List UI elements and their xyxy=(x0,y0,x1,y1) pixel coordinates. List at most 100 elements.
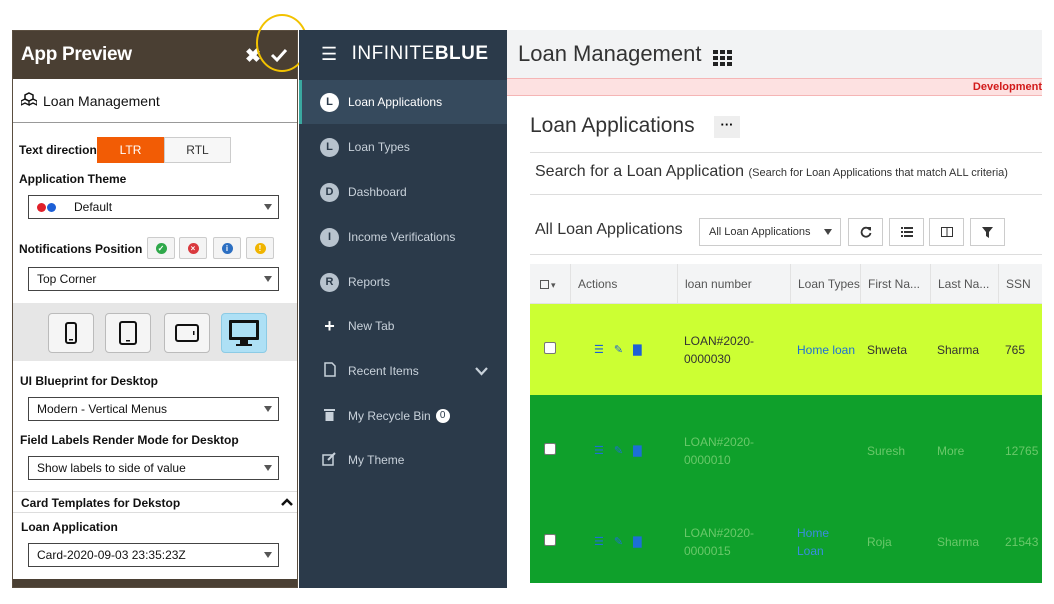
environment-banner: Development xyxy=(507,78,1042,96)
loan-applications-table: ▾ Actions loan number Loan Types First N… xyxy=(530,264,1042,583)
notify-warning-button[interactable]: ! xyxy=(246,237,274,259)
last-name-cell: Sharma xyxy=(937,535,980,549)
loan-number-cell[interactable]: LOAN#2020- 0000030 xyxy=(684,332,754,368)
chevron-up-icon xyxy=(281,498,293,506)
app-preview-footer xyxy=(13,579,297,587)
notifications-position-label: Notifications Position xyxy=(19,242,143,256)
row-checkbox[interactable] xyxy=(544,534,556,546)
column-header-loan-number[interactable]: loan number xyxy=(678,264,791,304)
field-labels-label: Field Labels Render Mode for Desktop xyxy=(20,433,239,447)
columns-button[interactable] xyxy=(929,218,964,246)
rtl-button[interactable]: RTL xyxy=(164,137,231,163)
edit-icon[interactable]: ✎ xyxy=(614,343,623,356)
search-hint: (Search for Loan Applications that match… xyxy=(748,167,1008,179)
row-actions: ☰ ✎ ▇ xyxy=(594,444,642,457)
sidebar-item-income-verifications[interactable]: I Income Verifications xyxy=(299,215,507,259)
sidebar-item-new-tab[interactable]: + New Tab xyxy=(299,304,507,348)
module-name: Loan Management xyxy=(43,92,160,109)
table-row[interactable]: ☰ ✎ ▇ LOAN#2020- 0000030 Home loan Shweta … xyxy=(530,304,1042,395)
document-icon xyxy=(320,362,339,380)
edit-icon[interactable]: ✎ xyxy=(614,535,623,548)
card-templates-label: Card Templates for Dekstop xyxy=(21,496,181,510)
divider xyxy=(530,194,1042,195)
sidebar-item-loan-types[interactable]: L Loan Types xyxy=(299,125,507,169)
card-template-select[interactable]: Card-2020-09-03 23:35:23Z xyxy=(28,543,279,567)
first-name-cell: Roja xyxy=(867,535,892,549)
filter-button[interactable] xyxy=(970,218,1005,246)
phone-portrait-icon[interactable] xyxy=(48,313,94,353)
chevron-down-icon xyxy=(264,406,272,412)
loan-type-cell[interactable]: Home loan xyxy=(797,343,855,357)
details-icon[interactable]: ☰ xyxy=(594,444,604,457)
notify-success-button[interactable]: ✓ xyxy=(147,237,175,259)
trash-icon[interactable]: ▇ xyxy=(633,343,641,356)
text-direction-label: Text direction xyxy=(19,143,97,157)
loan-number-part: LOAN#2020- xyxy=(684,435,755,449)
row-actions: ☰ ✎ ▇ xyxy=(594,343,642,356)
theme-value: Default xyxy=(74,200,113,214)
divider xyxy=(530,152,1042,153)
notifications-position-select[interactable]: Top Corner xyxy=(28,267,279,291)
list-view-select[interactable]: All Loan Applications xyxy=(699,218,841,246)
edit-icon xyxy=(320,451,339,469)
sidebar-item-recycle-bin[interactable]: My Recycle Bin 0 xyxy=(299,394,507,438)
select-all-checkbox[interactable]: ▾ xyxy=(530,264,571,304)
card-templates-section-header[interactable]: Card Templates for Dekstop xyxy=(13,491,297,513)
trash-icon[interactable]: ▇ xyxy=(633,535,641,548)
loan-type-cell[interactable]: Home Loan xyxy=(797,524,829,560)
chevron-down-icon[interactable] xyxy=(475,367,488,376)
loan-number-cell[interactable]: LOAN#2020- 0000010 xyxy=(684,433,754,469)
details-icon[interactable]: ☰ xyxy=(594,535,604,548)
theme-select[interactable]: Default xyxy=(28,195,279,219)
tablet-landscape-icon[interactable] xyxy=(164,313,210,353)
table-row[interactable]: ☰ ✎ ▇ LOAN#2020- 0000010 Suresh More 12765 xyxy=(530,395,1042,487)
column-header-actions[interactable]: Actions xyxy=(571,264,678,304)
sidebar-item-my-theme[interactable]: My Theme xyxy=(299,438,507,482)
notify-error-button[interactable]: × xyxy=(179,237,207,259)
list-view-button[interactable] xyxy=(889,218,924,246)
edit-icon[interactable]: ✎ xyxy=(614,444,623,457)
refresh-button[interactable] xyxy=(848,218,883,246)
column-header-first-name[interactable]: First Na... xyxy=(861,264,931,304)
field-labels-select[interactable]: Show labels to side of value xyxy=(28,456,279,480)
page-title: Loan Applications xyxy=(530,114,695,137)
table-header: ▾ Actions loan number Loan Types First N… xyxy=(530,264,1042,304)
sidebar-item-loan-applications[interactable]: L Loan Applications xyxy=(299,80,507,124)
sidebar-badge: L xyxy=(320,92,339,112)
ltr-button[interactable]: LTR xyxy=(97,137,164,163)
apps-grid-icon[interactable] xyxy=(713,46,733,66)
tablet-portrait-icon[interactable] xyxy=(105,313,151,353)
notify-info-button[interactable]: i xyxy=(213,237,241,259)
device-selector xyxy=(13,303,297,361)
app-title: Loan Management xyxy=(518,41,702,66)
ssn-cell: 765 xyxy=(1005,343,1026,357)
refresh-icon xyxy=(860,226,871,238)
ui-blueprint-select[interactable]: Modern - Vertical Menus xyxy=(28,397,279,421)
column-header-ssn[interactable]: SSN xyxy=(999,264,1042,304)
recycle-bin-count: 0 xyxy=(435,409,450,423)
more-options-button[interactable]: ··· xyxy=(714,116,740,138)
brand-text-light: INFINITE xyxy=(351,43,435,64)
column-header-loan-types[interactable]: Loan Types xyxy=(791,264,861,304)
plus-icon: + xyxy=(324,315,335,336)
trash-icon[interactable]: ▇ xyxy=(633,444,641,457)
row-checkbox[interactable] xyxy=(544,342,556,354)
row-actions: ☰ ✎ ▇ xyxy=(594,535,642,548)
loan-type-part: Loan xyxy=(797,544,824,558)
sidebar-item-dashboard[interactable]: D Dashboard xyxy=(299,170,507,214)
table-row[interactable]: ☰ ✎ ▇ LOAN#2020- 0000015 Home Loan Roja Sh… xyxy=(530,487,1042,583)
sidebar-item-label: My Theme xyxy=(348,453,405,467)
search-title: Search for a Loan Application xyxy=(535,163,745,180)
sidebar-item-recent-items[interactable]: Recent Items xyxy=(299,349,507,393)
row-checkbox[interactable] xyxy=(544,443,556,455)
app-header: Loan Management xyxy=(507,30,1042,78)
column-header-last-name[interactable]: Last Na... xyxy=(931,264,999,304)
loan-number-part: 0000015 xyxy=(684,544,731,558)
hamburger-menu-icon[interactable]: ☰ xyxy=(321,44,338,65)
loan-type-part: Home xyxy=(797,526,830,540)
loan-number-cell[interactable]: LOAN#2020- 0000015 xyxy=(684,524,754,560)
search-section-header[interactable]: Search for a Loan Application (Search fo… xyxy=(535,163,1008,181)
desktop-icon[interactable] xyxy=(221,313,267,353)
sidebar-item-reports[interactable]: R Reports xyxy=(299,260,507,304)
details-icon[interactable]: ☰ xyxy=(594,343,604,356)
